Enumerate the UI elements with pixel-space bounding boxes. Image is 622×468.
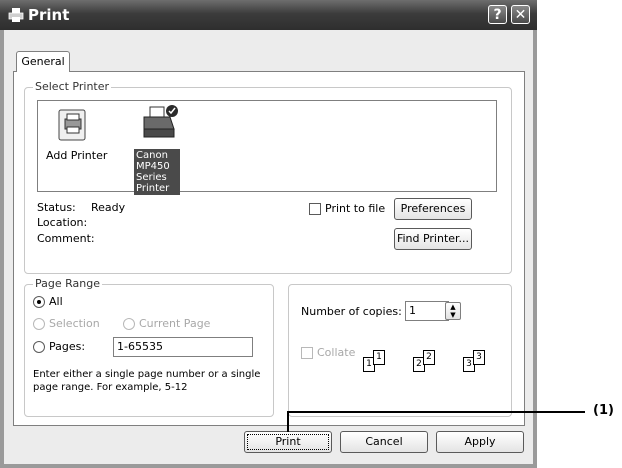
tab-general[interactable]: General bbox=[16, 51, 70, 72]
callout-label: (1) bbox=[593, 403, 614, 418]
callout-line bbox=[287, 411, 585, 432]
